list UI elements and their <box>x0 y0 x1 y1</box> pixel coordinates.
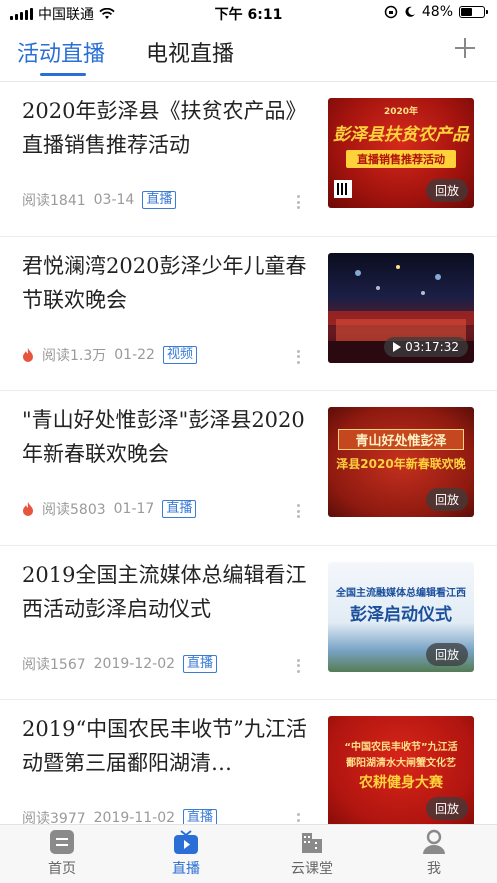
plus-icon[interactable] <box>455 38 475 58</box>
feed-item[interactable]: 2019全国主流媒体总编辑看江西活动彭泽启动仪式 阅读1567 2019-12-… <box>0 546 497 700</box>
thumbnail[interactable]: “中国农民丰收节”九江活 鄱阳湖清水大闸蟹文化艺 农耕健身大赛 回放 <box>328 716 474 824</box>
fire-icon <box>22 347 34 362</box>
feed-item-meta: 阅读1841 03-14 直播 <box>22 190 177 210</box>
nav-label: 我 <box>427 861 441 877</box>
thumbnail[interactable]: 青山好处惟彭泽 泽县2020年新春联欢晚 回放 <box>328 407 474 517</box>
thumbnail[interactable]: 全国主流融媒体总编辑看江西 彭泽启动仪式 回放 <box>328 561 474 672</box>
replay-pill: 回放 <box>425 797 468 820</box>
thumb-text: 2020年 <box>383 107 419 117</box>
battery-percent: 48% <box>421 4 453 20</box>
qr-code-icon <box>334 180 352 198</box>
more-options-icon[interactable] <box>297 504 301 518</box>
feed-item-meta: 阅读1.3万 01-22 视频 <box>22 345 197 365</box>
more-options-icon[interactable] <box>297 195 301 209</box>
nav-label: 云课堂 <box>291 861 333 877</box>
feed-item[interactable]: 君悦澜湾2020彭泽少年儿童春节联欢晚会 阅读1.3万 01-22 视频 03:… <box>0 237 497 391</box>
type-badge: 直播 <box>142 191 177 209</box>
rotation-lock-icon <box>384 5 398 19</box>
home-doc-icon <box>49 829 75 855</box>
battery-icon <box>459 6 488 18</box>
thumbnail[interactable]: 2020年 彭泽县扶贫农产品 直播销售推荐活动 回放 <box>328 98 474 208</box>
date: 01-22 <box>114 346 155 363</box>
live-feed-list: 2020年彭泽县《扶贫农产品》直播销售推荐活动 阅读1841 03-14 直播 … <box>0 82 497 824</box>
tab-live-events[interactable]: 活动直播 <box>17 36 105 68</box>
top-tab-bar: 活动直播 电视直播 <box>0 26 497 82</box>
thumb-text: 青山好处惟彭泽 <box>338 429 464 450</box>
feed-item[interactable]: "青山好处惟彭泽"彭泽县2020年新春联欢晚会 阅读5803 01-17 直播 … <box>0 391 497 546</box>
thumb-text: 彭泽启动仪式 <box>350 604 452 625</box>
feed-item-title: 2019“中国农民丰收节”九江活动暨第三届鄱阳湖清… <box>22 717 307 775</box>
type-badge: 直播 <box>162 500 197 518</box>
nav-cloud-classroom[interactable]: 云课堂 <box>272 829 352 878</box>
active-tab-indicator <box>40 73 86 76</box>
feed-item-title: 2019全国主流媒体总编辑看江西活动彭泽启动仪式 <box>22 562 307 621</box>
nav-label: 首页 <box>48 861 76 877</box>
read-count: 阅读1567 <box>22 656 86 673</box>
read-count: 阅读5803 <box>42 502 106 518</box>
status-bar: 中国联通 下午 6:11 48% <box>0 0 497 26</box>
date: 01-17 <box>113 501 155 517</box>
date: 2019-12-02 <box>93 655 176 672</box>
tab-tv-live[interactable]: 电视直播 <box>146 36 234 68</box>
fire-icon <box>22 502 34 516</box>
feed-item-title: "青山好处惟彭泽"彭泽县2020年新春联欢晚会 <box>22 408 305 466</box>
moon-icon <box>405 6 415 17</box>
nav-label: 直播 <box>172 861 200 877</box>
more-options-icon[interactable] <box>297 658 301 673</box>
date: 03-14 <box>93 192 135 208</box>
bottom-nav-bar: 首页 直播 云课堂 我 <box>0 824 497 883</box>
more-options-icon[interactable] <box>297 813 301 824</box>
thumb-text: 彭泽县扶贫农产品 <box>333 125 469 145</box>
type-badge: 直播 <box>183 654 218 673</box>
feed-item[interactable]: 2020年彭泽县《扶贫农产品》直播销售推荐活动 阅读1841 03-14 直播 … <box>0 82 497 237</box>
nav-home[interactable]: 首页 <box>22 829 102 878</box>
tv-icon <box>173 829 199 855</box>
duration-pill: 03:17:32 <box>384 336 468 357</box>
thumb-text: 鄱阳湖清水大闸蟹文化艺 <box>346 758 456 769</box>
more-options-icon[interactable] <box>297 349 301 364</box>
feed-item-title: 君悦澜湾2020彭泽少年儿童春节联欢晚会 <box>22 253 307 312</box>
read-count: 阅读3977 <box>22 811 86 824</box>
thumb-text: 泽县2020年新春联欢晚 <box>336 457 466 471</box>
status-right: 48% <box>384 4 488 20</box>
type-badge: 直播 <box>183 809 218 824</box>
play-icon <box>393 341 402 352</box>
thumb-text: “中国农民丰收节”九江活 <box>344 742 458 753</box>
thumb-text: 直播销售推荐活动 <box>346 150 456 168</box>
read-count: 阅读1841 <box>22 193 86 209</box>
feed-item[interactable]: 2019“中国农民丰收节”九江活动暨第三届鄱阳湖清… 阅读3977 2019-1… <box>0 700 497 824</box>
replay-pill: 回放 <box>425 488 468 511</box>
feed-item-title: 2020年彭泽县《扶贫农产品》直播销售推荐活动 <box>22 99 307 157</box>
read-count: 阅读1.3万 <box>42 347 107 364</box>
person-icon <box>421 829 447 855</box>
replay-pill: 回放 <box>425 642 468 666</box>
replay-pill: 回放 <box>425 179 468 202</box>
date: 2019-11-02 <box>93 810 176 824</box>
feed-item-meta: 阅读1567 2019-12-02 直播 <box>22 654 218 674</box>
feed-item-meta: 阅读3977 2019-11-02 直播 <box>22 808 218 824</box>
thumbnail[interactable]: 03:17:32 <box>328 252 474 363</box>
nav-me[interactable]: 我 <box>394 829 474 878</box>
building-icon <box>299 829 325 855</box>
type-badge: 视频 <box>162 345 197 364</box>
nav-live[interactable]: 直播 <box>146 829 226 878</box>
thumb-text: 全国主流融媒体总编辑看江西 <box>336 587 466 599</box>
feed-item-meta: 阅读5803 01-17 直播 <box>22 499 197 519</box>
duration: 03:17:32 <box>405 339 459 354</box>
thumb-text: 农耕健身大赛 <box>359 775 443 791</box>
